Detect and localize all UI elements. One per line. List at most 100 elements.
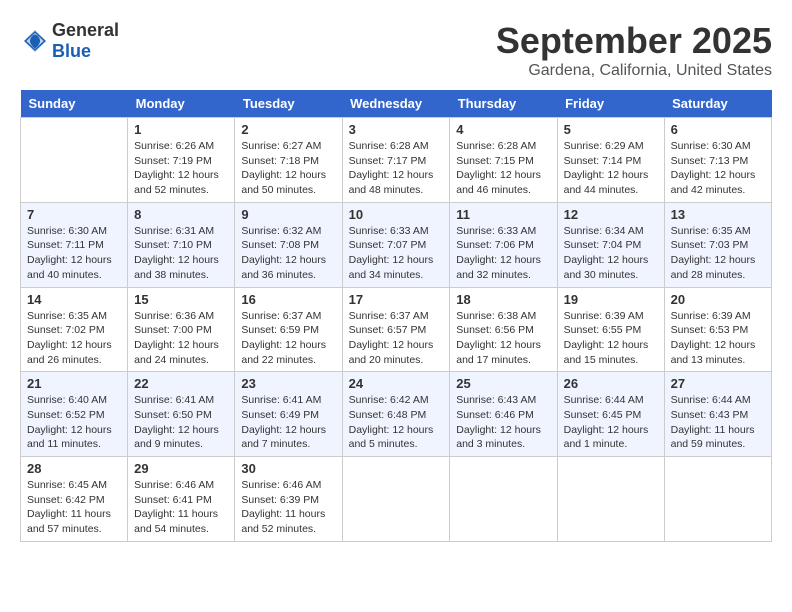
header-tuesday: Tuesday — [235, 90, 342, 118]
date-number: 7 — [27, 207, 121, 222]
cell-content: Sunrise: 6:37 AMSunset: 6:59 PMDaylight:… — [241, 309, 335, 368]
logo-icon — [20, 26, 50, 56]
cell-w1-d3: 2 Sunrise: 6:27 AMSunset: 7:18 PMDaylight… — [235, 118, 342, 203]
cell-w5-d4 — [342, 457, 450, 542]
cell-content: Sunrise: 6:32 AMSunset: 7:08 PMDaylight:… — [241, 224, 335, 283]
cell-w2-d4: 10Sunrise: 6:33 AMSunset: 7:07 PMDayligh… — [342, 202, 450, 287]
cell-w2-d5: 11 Sunrise: 6:33 AMSunset: 7:06 PMDayligh… — [450, 202, 557, 287]
cell-content: Sunrise: 6:34 AMSunset: 7:04 PMDaylight:… — [564, 224, 658, 283]
date-number: 11 — [456, 207, 550, 222]
title-area: September 2025 Gardena, California, Unit… — [496, 20, 772, 80]
cell-content: Sunrise: 6:41 AMSunset: 6:50 PMDaylight:… — [134, 393, 228, 452]
date-number: 21 — [27, 376, 121, 391]
cell-content: Sunrise: 6:26 AMSunset: 7:19 PMDaylight:… — [134, 139, 228, 198]
cell-w2-d1: 7Sunrise: 6:30 AMSunset: 7:11 PMDaylight… — [21, 202, 128, 287]
cell-content: Sunrise: 6:41 AMSunset: 6:49 PMDaylight:… — [241, 393, 335, 452]
cell-content: Sunrise: 6:44 AMSunset: 6:43 PMDaylight:… — [671, 393, 765, 452]
date-number: 15 — [134, 292, 228, 307]
cell-content: Sunrise: 6:31 AMSunset: 7:10 PMDaylight:… — [134, 224, 228, 283]
page-header: General Blue September 2025 Gardena, Cal… — [20, 20, 772, 80]
cell-w3-d7: 20Sunrise: 6:39 AMSunset: 6:53 PMDayligh… — [664, 287, 771, 372]
cell-w4-d3: 23 Sunrise: 6:41 AMSunset: 6:49 PMDayligh… — [235, 372, 342, 457]
date-number: 2 — [241, 122, 335, 137]
date-number: 16 — [241, 292, 335, 307]
date-number: 8 — [134, 207, 228, 222]
week-row-5: 28 Sunrise: 6:45 AMSunset: 6:42 PMDayligh… — [21, 457, 772, 542]
cell-w1-d5: 4 Sunrise: 6:28 AMSunset: 7:15 PMDaylight… — [450, 118, 557, 203]
cell-content: Sunrise: 6:28 AMSunset: 7:17 PMDaylight:… — [349, 139, 444, 198]
logo: General Blue — [20, 20, 119, 62]
cell-w3-d1: 14 Sunrise: 6:35 AMSunset: 7:02 PMDayligh… — [21, 287, 128, 372]
cell-w1-d4: 3 Sunrise: 6:28 AMSunset: 7:17 PMDaylight… — [342, 118, 450, 203]
cell-w5-d5 — [450, 457, 557, 542]
date-number: 14 — [27, 292, 121, 307]
calendar-table: Sunday Monday Tuesday Wednesday Thursday… — [20, 90, 772, 542]
date-number: 26 — [564, 376, 658, 391]
cell-content: Sunrise: 6:40 AMSunset: 6:52 PMDaylight:… — [27, 393, 121, 452]
cell-content: Sunrise: 6:33 AMSunset: 7:06 PMDaylight:… — [456, 224, 550, 283]
date-number: 3 — [349, 122, 444, 137]
cell-content: Sunrise: 6:45 AMSunset: 6:42 PMDaylight:… — [27, 478, 121, 537]
cell-content: Sunrise: 6:28 AMSunset: 7:15 PMDaylight:… — [456, 139, 550, 198]
week-row-4: 21 Sunrise: 6:40 AMSunset: 6:52 PMDayligh… — [21, 372, 772, 457]
cell-w3-d2: 15 Sunrise: 6:36 AMSunset: 7:00 PMDayligh… — [128, 287, 235, 372]
date-number: 10 — [349, 207, 444, 222]
date-number: 6 — [671, 122, 765, 137]
cell-w1-d2: 1Sunrise: 6:26 AMSunset: 7:19 PMDaylight… — [128, 118, 235, 203]
cell-w4-d2: 22 Sunrise: 6:41 AMSunset: 6:50 PMDayligh… — [128, 372, 235, 457]
month-title: September 2025 — [496, 20, 772, 62]
date-number: 25 — [456, 376, 550, 391]
date-number: 20 — [671, 292, 765, 307]
cell-w4-d5: 25Sunrise: 6:43 AMSunset: 6:46 PMDayligh… — [450, 372, 557, 457]
header-sunday: Sunday — [21, 90, 128, 118]
cell-content: Sunrise: 6:27 AMSunset: 7:18 PMDaylight:… — [241, 139, 335, 198]
cell-w5-d6 — [557, 457, 664, 542]
cell-w2-d6: 12 Sunrise: 6:34 AMSunset: 7:04 PMDayligh… — [557, 202, 664, 287]
date-number: 12 — [564, 207, 658, 222]
date-number: 24 — [349, 376, 444, 391]
date-number: 5 — [564, 122, 658, 137]
cell-w1-d6: 5 Sunrise: 6:29 AMSunset: 7:14 PMDaylight… — [557, 118, 664, 203]
cell-w2-d7: 13 Sunrise: 6:35 AMSunset: 7:03 PMDayligh… — [664, 202, 771, 287]
date-number: 28 — [27, 461, 121, 476]
cell-w4-d1: 21 Sunrise: 6:40 AMSunset: 6:52 PMDayligh… — [21, 372, 128, 457]
cell-w4-d6: 26 Sunrise: 6:44 AMSunset: 6:45 PMDayligh… — [557, 372, 664, 457]
cell-content: Sunrise: 6:36 AMSunset: 7:00 PMDaylight:… — [134, 309, 228, 368]
header-monday: Monday — [128, 90, 235, 118]
date-number: 22 — [134, 376, 228, 391]
cell-content: Sunrise: 6:42 AMSunset: 6:48 PMDaylight:… — [349, 393, 444, 452]
cell-content: Sunrise: 6:35 AMSunset: 7:03 PMDaylight:… — [671, 224, 765, 283]
cell-content: Sunrise: 6:38 AMSunset: 6:56 PMDaylight:… — [456, 309, 550, 368]
week-row-3: 14 Sunrise: 6:35 AMSunset: 7:02 PMDayligh… — [21, 287, 772, 372]
logo-general: General — [52, 20, 119, 40]
cell-w5-d2: 29Sunrise: 6:46 AMSunset: 6:41 PMDayligh… — [128, 457, 235, 542]
cell-w1-d7: 6 Sunrise: 6:30 AMSunset: 7:13 PMDaylight… — [664, 118, 771, 203]
header-friday: Friday — [557, 90, 664, 118]
date-number: 27 — [671, 376, 765, 391]
date-number: 23 — [241, 376, 335, 391]
cell-w5-d1: 28 Sunrise: 6:45 AMSunset: 6:42 PMDayligh… — [21, 457, 128, 542]
cell-w2-d2: 8 Sunrise: 6:31 AMSunset: 7:10 PMDaylight… — [128, 202, 235, 287]
cell-w1-d1 — [21, 118, 128, 203]
header-saturday: Saturday — [664, 90, 771, 118]
cell-w5-d7 — [664, 457, 771, 542]
cell-w5-d3: 30 Sunrise: 6:46 AMSunset: 6:39 PMDayligh… — [235, 457, 342, 542]
cell-content: Sunrise: 6:30 AMSunset: 7:13 PMDaylight:… — [671, 139, 765, 198]
date-number: 30 — [241, 461, 335, 476]
week-row-1: 1Sunrise: 6:26 AMSunset: 7:19 PMDaylight… — [21, 118, 772, 203]
cell-content: Sunrise: 6:46 AMSunset: 6:39 PMDaylight:… — [241, 478, 335, 537]
cell-content: Sunrise: 6:29 AMSunset: 7:14 PMDaylight:… — [564, 139, 658, 198]
cell-w4-d7: 27 Sunrise: 6:44 AMSunset: 6:43 PMDayligh… — [664, 372, 771, 457]
date-number: 4 — [456, 122, 550, 137]
cell-content: Sunrise: 6:44 AMSunset: 6:45 PMDaylight:… — [564, 393, 658, 452]
week-row-2: 7Sunrise: 6:30 AMSunset: 7:11 PMDaylight… — [21, 202, 772, 287]
header-wednesday: Wednesday — [342, 90, 450, 118]
date-number: 9 — [241, 207, 335, 222]
header-row: Sunday Monday Tuesday Wednesday Thursday… — [21, 90, 772, 118]
date-number: 13 — [671, 207, 765, 222]
cell-w3-d5: 18 Sunrise: 6:38 AMSunset: 6:56 PMDayligh… — [450, 287, 557, 372]
cell-w4-d4: 24 Sunrise: 6:42 AMSunset: 6:48 PMDayligh… — [342, 372, 450, 457]
cell-w2-d3: 9 Sunrise: 6:32 AMSunset: 7:08 PMDaylight… — [235, 202, 342, 287]
date-number: 18 — [456, 292, 550, 307]
cell-content: Sunrise: 6:35 AMSunset: 7:02 PMDaylight:… — [27, 309, 121, 368]
